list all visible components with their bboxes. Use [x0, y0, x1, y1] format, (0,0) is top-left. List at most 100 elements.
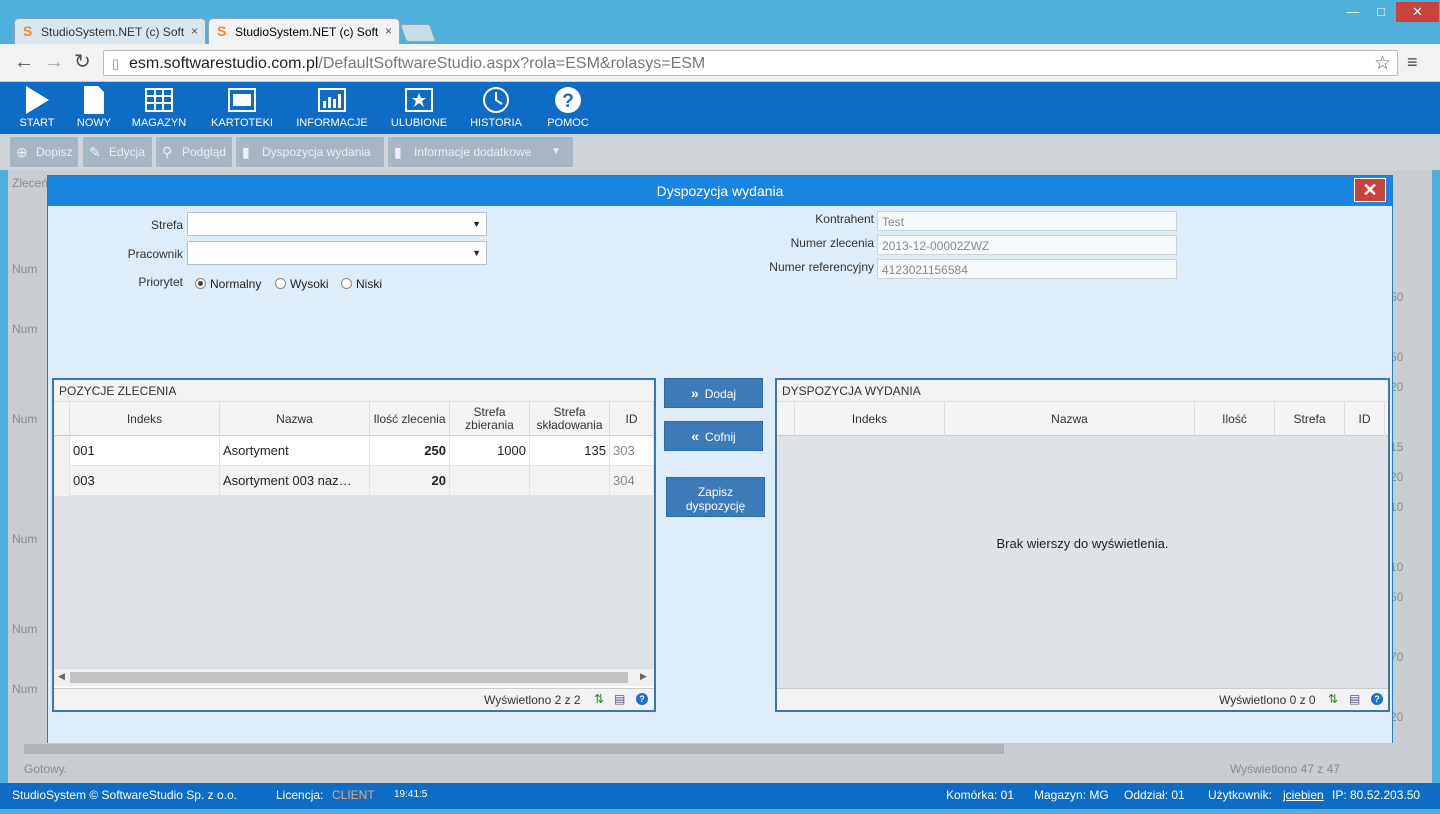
podglad-label: Podgląd [182, 145, 227, 159]
cell-ilosc[interactable]: 250 [370, 436, 450, 466]
new-tab-button[interactable] [399, 24, 437, 42]
back-arrow-icon[interactable]: ← [14, 52, 34, 72]
help-icon: ? [555, 87, 581, 113]
cell-nazwa[interactable]: Asortyment 003 naz… [220, 466, 370, 496]
column-header-nazwa[interactable]: Nazwa [945, 402, 1195, 436]
priority-niski-radio[interactable]: Niski [341, 277, 382, 291]
kontrahent-label: Kontrahent [815, 212, 874, 226]
horizontal-scrollbar[interactable]: ◀ ▶ [54, 668, 654, 686]
cell-indeks[interactable]: 001 [70, 436, 220, 466]
row-count: Wyświetlono 0 z 0 [1219, 693, 1316, 707]
column-header-strefa[interactable]: Strefa [1275, 402, 1345, 436]
column-header-id[interactable]: ID [610, 402, 654, 436]
uzytkownik-link[interactable]: jciebien [1283, 788, 1324, 802]
toolbar-nowy[interactable]: NOWY [72, 85, 116, 129]
edycja-button[interactable]: ✎ Edycja [83, 137, 152, 167]
maximize-button[interactable]: □ [1368, 2, 1394, 22]
strefa-select[interactable]: ▼ [187, 212, 487, 236]
column-header-ilosc[interactable]: Ilość zlecenia [370, 402, 450, 436]
toolbar-informacje[interactable]: INFORMACJE [292, 85, 372, 129]
uzytkownik-label: Użytkownik: [1208, 788, 1273, 802]
toolbar-ulubione[interactable]: ULUBIONE [386, 85, 452, 129]
bg-group-label: Num [12, 532, 38, 546]
radio-unchecked-icon [341, 278, 352, 289]
menu-icon[interactable]: ≡ [1407, 52, 1418, 73]
row-indicator[interactable] [54, 436, 70, 466]
pozycje-zlecenia-grid: POZYCJE ZLECENIA Indeks Nazwa Ilość zlec… [52, 378, 656, 712]
numer-zlecenia-field[interactable]: 2013-12-00002ZWZ [877, 235, 1177, 255]
export-icon[interactable]: ▤ [1349, 692, 1360, 706]
toolbar-kartoteki[interactable]: KARTOTEKI [206, 85, 278, 129]
cell-strefa-zbierania[interactable] [450, 466, 530, 496]
toolbar-start[interactable]: START [14, 85, 60, 129]
toolbar-magazyn[interactable]: MAGAZYN [128, 85, 190, 129]
zapisz-dyspozycje-button[interactable]: Zapisz dyspozycję [666, 477, 765, 517]
pracownik-select[interactable]: ▼ [187, 241, 487, 265]
dropdown-arrow-icon: ▼ [472, 219, 481, 229]
refresh-icon[interactable]: ⇅ [594, 692, 604, 706]
informacje-dodatkowe-button[interactable]: ▮ Informacje dodatkowe ▼ [388, 137, 573, 167]
table-row[interactable]: 003 Asortyment 003 naz… 20 304 [54, 466, 654, 496]
cell-nazwa[interactable]: Asortyment [220, 436, 370, 466]
bookmark-star-icon[interactable]: ☆ [1374, 52, 1391, 75]
radio-label: Normalny [210, 277, 262, 291]
kontrahent-field[interactable]: Test [877, 211, 1177, 231]
toolbar-historia[interactable]: HISTORIA [464, 85, 528, 129]
tab-close-icon[interactable]: × [385, 24, 392, 38]
export-icon[interactable]: ▤ [614, 692, 625, 706]
row-indicator[interactable] [54, 466, 70, 496]
column-header-indeks[interactable]: Indeks [70, 402, 220, 436]
column-header-indeks[interactable]: Indeks [795, 402, 945, 436]
row-indicator-header [54, 402, 70, 436]
cell-strefa-skladowania[interactable] [530, 466, 610, 496]
cell-indeks[interactable]: 003 [70, 466, 220, 496]
reload-icon[interactable]: ↻ [74, 52, 91, 72]
scrollbar-thumb[interactable] [70, 672, 628, 683]
browser-tab-1[interactable]: S StudioSystem.NET (c) Soft × [14, 18, 206, 44]
cell-ilosc[interactable]: 20 [370, 466, 450, 496]
cell-strefa-skladowania[interactable]: 135 [530, 436, 610, 466]
help-icon[interactable]: ? [1371, 693, 1383, 705]
scroll-right-icon[interactable]: ▶ [640, 671, 647, 682]
browser-tab-2[interactable]: S StudioSystem.NET (c) Soft × [208, 18, 400, 44]
column-header-id[interactable]: ID [1345, 402, 1385, 436]
podglad-button[interactable]: ⚲ Podgląd [156, 137, 232, 167]
scroll-left-icon[interactable]: ◀ [58, 671, 65, 682]
empty-message: Brak wierszy do wyświetlenia. [996, 536, 1169, 551]
close-window-button[interactable]: ✕ [1396, 2, 1439, 22]
clock-text: 19:41:5 [394, 789, 428, 800]
licencja-label: Licencja: [276, 788, 324, 802]
row-indicator-header [777, 402, 795, 436]
column-header-ilosc[interactable]: Ilość [1195, 402, 1275, 436]
double-chevron-right-icon: » [690, 385, 699, 401]
priority-wysoki-radio[interactable]: Wysoki [275, 277, 329, 291]
priority-normalny-radio[interactable]: Normalny [195, 277, 261, 291]
minimize-button[interactable]: — [1340, 2, 1366, 22]
tab-title: StudioSystem.NET (c) Soft [41, 25, 185, 39]
refresh-icon[interactable]: ⇅ [1328, 692, 1338, 706]
dialog-close-button[interactable]: ✕ [1354, 178, 1386, 202]
column-header-nazwa[interactable]: Nazwa [220, 402, 370, 436]
column-header-strefa-zbierania[interactable]: Strefa zbierania [450, 402, 530, 436]
dodaj-button[interactable]: » Dodaj [664, 378, 763, 408]
edit-icon: ✎ [89, 144, 101, 160]
url-field[interactable]: ▯ esm.softwarestudio.com.pl/DefaultSoftw… [103, 50, 1398, 76]
new-document-icon [84, 86, 104, 114]
strefa-label: Strefa [150, 218, 183, 232]
dopisz-button[interactable]: ⊕ Dopisz [10, 137, 78, 167]
cell-id[interactable]: 304 [610, 466, 654, 496]
dyspozycja-button[interactable]: ▮ Dyspozycja wydania [236, 137, 384, 167]
table-row[interactable]: 001 Asortyment 250 1000 135 303 [54, 436, 654, 466]
browser-window: S StudioSystem.NET (c) Soft × S StudioSy… [0, 0, 1440, 814]
cell-strefa-zbierania[interactable]: 1000 [450, 436, 530, 466]
bg-scrollbar[interactable] [24, 744, 1004, 754]
pracownik-label: Pracownik [127, 247, 183, 261]
numer-referencyjny-field[interactable]: 4123021156584 [877, 259, 1177, 279]
cofnij-button[interactable]: « Cofnij [664, 421, 763, 451]
help-icon[interactable]: ? [636, 693, 648, 705]
cell-id[interactable]: 303 [610, 436, 654, 466]
toolbar-pomoc[interactable]: ? POMOC [542, 85, 594, 129]
tab-close-icon[interactable]: × [191, 24, 198, 38]
forward-arrow-icon[interactable]: → [44, 52, 64, 72]
column-header-strefa-skladowania[interactable]: Strefa składowania [530, 402, 610, 436]
